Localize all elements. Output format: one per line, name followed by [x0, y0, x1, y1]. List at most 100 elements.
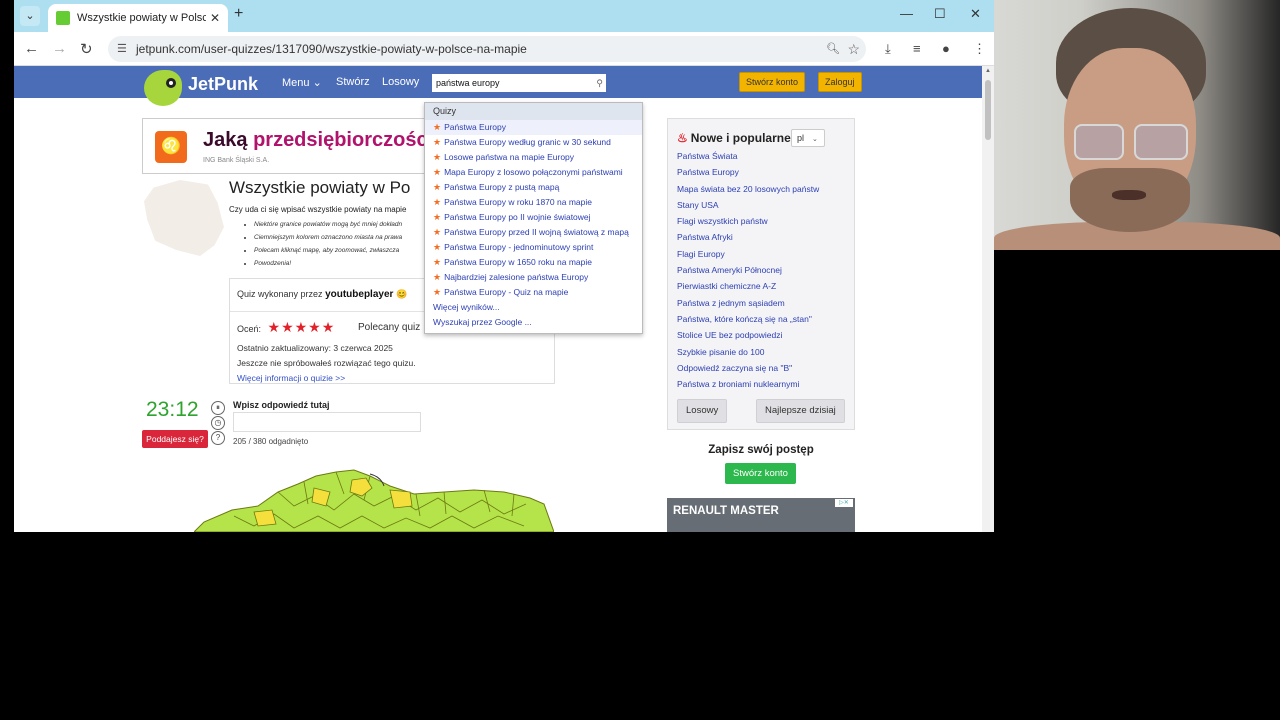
- create-account-button[interactable]: Stwórz konto: [739, 72, 806, 92]
- popular-item[interactable]: Odpowiedź zaczyna się na "B": [677, 363, 819, 379]
- media-icon[interactable]: ≡: [913, 41, 921, 56]
- page-scrollbar[interactable]: ▲: [982, 66, 994, 532]
- adchoices-icon[interactable]: ▷✕: [835, 499, 853, 507]
- random-link[interactable]: Losowy: [382, 76, 419, 88]
- popular-item[interactable]: Stolice UE bez podpowiedzi: [677, 330, 819, 346]
- maximize-icon[interactable]: ☐: [934, 6, 946, 22]
- poland-thumbnail: [144, 180, 224, 256]
- answer-count: 205 / 380 odgadnięto: [233, 437, 309, 446]
- quiz-author: Quiz wykonany przez youtubeplayer 😊: [237, 289, 408, 300]
- popular-item[interactable]: Państwa, które kończą się na „stan": [677, 314, 819, 330]
- profile-icon[interactable]: ●: [942, 41, 950, 56]
- answer-input[interactable]: [233, 412, 421, 432]
- quiz-note: Powodzenia!: [254, 260, 402, 273]
- language-select[interactable]: pl ⌄: [791, 129, 825, 147]
- author-link[interactable]: youtubeplayer: [325, 289, 393, 300]
- poland-map[interactable]: [194, 466, 554, 532]
- jetpunk-logo[interactable]: JetPunk: [144, 70, 264, 106]
- search-icon[interactable]: ⚲: [596, 74, 603, 92]
- suggestion-item[interactable]: ★ Państwa Europy - Quiz na mapie: [425, 285, 642, 300]
- plus-icon[interactable]: +: [234, 5, 243, 23]
- fire-icon: ★: [433, 182, 442, 192]
- quiz-timer: 23:12: [146, 398, 199, 421]
- back-icon[interactable]: ←: [24, 40, 39, 57]
- flame-icon: ♨: [677, 131, 688, 145]
- tab-bar: ⌄ Wszystkie powiaty w Polsce na ✕ + — ☐ …: [14, 0, 994, 32]
- browser-window: ⌄ Wszystkie powiaty w Polsce na ✕ + — ☐ …: [14, 0, 994, 532]
- fire-icon: ★: [433, 242, 442, 252]
- popular-item[interactable]: Państwa Afryki: [677, 232, 819, 248]
- popular-item[interactable]: Państwa Świata: [677, 151, 819, 167]
- last-updated: Ostatnio zaktualizowany: 3 czerwca 2025: [237, 343, 393, 353]
- scrollbar-thumb[interactable]: [985, 80, 991, 140]
- more-results-link[interactable]: Więcej wyników...: [425, 300, 642, 315]
- reload-icon[interactable]: ↻: [80, 40, 93, 58]
- suggestion-item[interactable]: ★ Państwa Europy według granic w 30 sekun…: [425, 135, 642, 150]
- popular-item[interactable]: Szybkie pisanie do 100: [677, 347, 819, 363]
- tune-icon[interactable]: ☰: [117, 36, 127, 62]
- address-bar[interactable]: ☰ jetpunk.com/user-quizzes/1317090/wszys…: [108, 36, 866, 62]
- renault-ad[interactable]: RENAULT MASTER ▷✕: [667, 498, 855, 532]
- glasses-icon: [1134, 124, 1188, 160]
- menu-link[interactable]: Menu ⌄: [282, 76, 322, 89]
- create-account-button-green[interactable]: Stwórz konto: [725, 463, 796, 484]
- google-search-link[interactable]: Wyszukaj przez Google ...: [425, 315, 642, 330]
- clock-icon[interactable]: ◷: [211, 416, 225, 430]
- login-button[interactable]: Zaloguj: [818, 72, 862, 92]
- popular-item[interactable]: Państwa z jednym sąsiadem: [677, 298, 819, 314]
- suggestion-item[interactable]: ★ Państwa Europy z pustą mapą: [425, 180, 642, 195]
- create-link[interactable]: Stwórz: [336, 76, 370, 88]
- quiz-notes: Niektóre granice powiatów mogą być mniej…: [254, 221, 402, 273]
- suggestion-item[interactable]: ★ Najbardziej zalesione państwa Europy: [425, 270, 642, 285]
- popular-item[interactable]: Państwa Ameryki Północnej: [677, 265, 819, 281]
- popular-item[interactable]: Państwa Europy: [677, 167, 819, 183]
- popular-item[interactable]: Flagi Europy: [677, 249, 819, 265]
- quiz-title: Wszystkie powiaty w Po: [229, 178, 411, 197]
- random-quiz-button[interactable]: Losowy: [677, 399, 728, 423]
- renault-ad-title: RENAULT MASTER: [673, 505, 779, 517]
- suggestion-item[interactable]: ★ Państwa Europy - jednominutowy sprint: [425, 240, 642, 255]
- url-text: jetpunk.com/user-quizzes/1317090/wszystk…: [136, 42, 527, 56]
- zoom-icon[interactable]: 🔍︎: [826, 36, 840, 62]
- favicon-icon: [56, 11, 70, 25]
- site-navbar: JetPunk Menu ⌄ Stwórz Losowy państwa eur…: [14, 66, 982, 106]
- menu-icon[interactable]: ⋮: [973, 41, 986, 57]
- popular-item[interactable]: Flagi wszystkich państw: [677, 216, 819, 232]
- suggestion-item[interactable]: ★ Państwa Europy: [425, 120, 642, 135]
- popular-list: Państwa Świata Państwa Europy Mapa świat…: [677, 151, 819, 395]
- quiz-note: Niektóre granice powiatów mogą być mniej…: [254, 221, 402, 234]
- suggestion-item[interactable]: ★ Państwa Europy w roku 1870 na mapie: [425, 195, 642, 210]
- best-today-button[interactable]: Najlepsze dzisiaj: [756, 399, 845, 423]
- tab-dropdown-icon[interactable]: ⌄: [20, 6, 40, 26]
- suggestion-item[interactable]: ★ Mapa Europy z losowo połączonymi państw…: [425, 165, 642, 180]
- fire-icon: ★: [433, 257, 442, 267]
- suggestion-item[interactable]: ★ Państwa Europy w 1650 roku na mapie: [425, 255, 642, 270]
- popular-item[interactable]: Państwa z broniami nuklearnymi: [677, 379, 819, 395]
- forward-icon[interactable]: →: [52, 40, 67, 57]
- star-icon[interactable]: ☆: [847, 36, 860, 62]
- webcam-overlay: [994, 0, 1280, 250]
- suggestion-item[interactable]: ★ Państwa Europy po II wojnie światowej: [425, 210, 642, 225]
- ad-banner[interactable]: ♌ Jaką przedsiębiorczościa ING Bank Śląs…: [142, 118, 438, 174]
- webcam-mouth: [1112, 190, 1146, 200]
- popular-item[interactable]: Pierwiastki chemiczne A-Z: [677, 281, 819, 297]
- more-info-link[interactable]: Więcej informacji o quizie >>: [237, 373, 345, 383]
- bird-eye-icon: [166, 78, 176, 88]
- site-search-input[interactable]: państwa europy ⚲: [432, 74, 606, 92]
- scroll-up-icon[interactable]: ▲: [985, 68, 991, 74]
- download-icon[interactable]: ⤓: [885, 41, 891, 57]
- pause-icon[interactable]: ⏸: [211, 401, 225, 415]
- fire-icon: ★: [433, 227, 442, 237]
- suggestion-item[interactable]: ★ Państwa Europy przed II wojną światową …: [425, 225, 642, 240]
- fire-icon: ★: [433, 272, 442, 282]
- give-up-button[interactable]: Poddajesz się?: [142, 430, 208, 448]
- minimize-icon[interactable]: —: [900, 6, 913, 21]
- popular-item[interactable]: Mapa świata bez 20 losowych państw: [677, 184, 819, 200]
- popular-item[interactable]: Stany USA: [677, 200, 819, 216]
- close-icon[interactable]: ✕: [210, 11, 220, 25]
- suggestion-item[interactable]: ★ Losowe państwa na mapie Europy: [425, 150, 642, 165]
- help-icon[interactable]: ?: [211, 431, 225, 445]
- window-close-icon[interactable]: ✕: [970, 6, 981, 22]
- browser-tab[interactable]: Wszystkie powiaty w Polsce na ✕: [48, 4, 228, 32]
- rating-stars[interactable]: ★★★★★: [268, 319, 336, 335]
